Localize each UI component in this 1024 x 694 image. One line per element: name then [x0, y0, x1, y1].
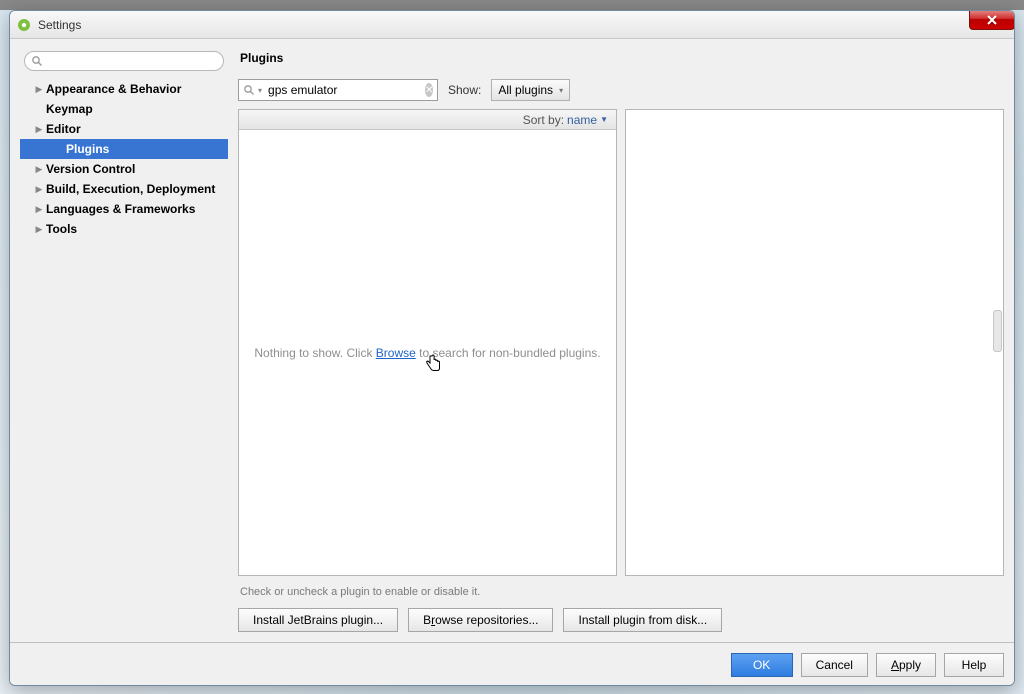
help-button[interactable]: Help [944, 653, 1004, 677]
cancel-button[interactable]: Cancel [801, 653, 868, 677]
sidebar-item-languages-frameworks[interactable]: ▶Languages & Frameworks [20, 199, 228, 219]
plugin-panels: Sort by: name ▼ Nothing to show. Click B… [238, 109, 1004, 576]
sidebar-item-appearance-behavior[interactable]: ▶Appearance & Behavior [20, 79, 228, 99]
page-title: Plugins [238, 49, 1004, 79]
search-icon [31, 55, 43, 67]
empty-message: Nothing to show. Click Browse to search … [239, 130, 616, 575]
sidebar-item-label: Build, Execution, Deployment [46, 182, 215, 196]
show-dropdown[interactable]: All plugins ▾ [491, 79, 570, 101]
sidebar-search-input[interactable] [43, 53, 217, 69]
chevron-down-icon[interactable]: ▾ [258, 86, 262, 95]
empty-text-pre: Nothing to show. Click [254, 346, 375, 360]
plugin-detail-panel [625, 109, 1004, 576]
hint-text: Check or uncheck a plugin to enable or d… [238, 576, 1004, 608]
main-panel: Plugins ▾ ✕ [238, 49, 1004, 632]
btn-text: B [423, 613, 431, 627]
sort-bar: Sort by: name ▼ [239, 110, 616, 130]
sidebar-item-build-execution-deployment[interactable]: ▶Build, Execution, Deployment [20, 179, 228, 199]
sidebar-item-label: Version Control [46, 162, 135, 176]
close-icon [986, 15, 998, 25]
sidebar-item-keymap[interactable]: ▶Keymap [20, 99, 228, 119]
sidebar-item-label: Keymap [46, 102, 93, 116]
sidebar-item-editor[interactable]: ▶Editor [20, 119, 228, 139]
sidebar: ▶Appearance & Behavior ▶Keymap ▶Editor ▶… [20, 49, 228, 632]
plugin-list-panel: Sort by: name ▼ Nothing to show. Click B… [238, 109, 617, 576]
chevron-down-icon: ▾ [559, 86, 563, 95]
settings-tree: ▶Appearance & Behavior ▶Keymap ▶Editor ▶… [20, 79, 228, 632]
search-icon [243, 84, 255, 96]
install-jetbrains-plugin-button[interactable]: Install JetBrains plugin... [238, 608, 398, 632]
window-title: Settings [38, 18, 81, 32]
settings-window: Settings ▶Appe [9, 10, 1015, 686]
sidebar-item-label: Editor [46, 122, 81, 136]
sidebar-search[interactable] [24, 51, 224, 71]
sidebar-item-version-control[interactable]: ▶Version Control [20, 159, 228, 179]
sidebar-item-label: Languages & Frameworks [46, 202, 195, 216]
top-area: ▶Appearance & Behavior ▶Keymap ▶Editor ▶… [20, 49, 1004, 632]
sort-by-label: Sort by: [523, 113, 564, 127]
sidebar-item-label: Appearance & Behavior [46, 82, 181, 96]
btn-text: A [891, 658, 899, 672]
plugins-toolbar: ▾ ✕ Show: All plugins ▾ [238, 79, 1004, 101]
app-icon [16, 17, 32, 33]
sidebar-item-label: Plugins [66, 142, 109, 156]
apply-button[interactable]: Apply [876, 653, 936, 677]
browse-link[interactable]: Browse [376, 346, 416, 360]
sidebar-item-plugins[interactable]: ▶Plugins [20, 139, 228, 159]
sort-by-value[interactable]: name [567, 113, 597, 127]
titlebar: Settings [10, 11, 1014, 39]
show-dropdown-value: All plugins [498, 83, 553, 97]
clear-search-button[interactable]: ✕ [425, 83, 433, 97]
plugin-search-input[interactable] [266, 82, 425, 98]
content-area: ▶Appearance & Behavior ▶Keymap ▶Editor ▶… [10, 39, 1014, 642]
show-label: Show: [448, 83, 481, 97]
browse-repositories-button[interactable]: Browse repositories... [408, 608, 553, 632]
plugin-search[interactable]: ▾ ✕ [238, 79, 438, 101]
install-plugin-from-disk-button[interactable]: Install plugin from disk... [563, 608, 722, 632]
desktop-background: Settings ▶Appe [0, 0, 1024, 694]
chevron-down-icon[interactable]: ▼ [600, 115, 608, 124]
empty-text-post: to search for non-bundled plugins. [416, 346, 601, 360]
dialog-footer: OK Cancel Apply Help [10, 642, 1014, 685]
background-taskbar [0, 0, 1024, 10]
ok-button[interactable]: OK [731, 653, 793, 677]
close-button[interactable] [969, 10, 1015, 30]
btn-text: owse repositories... [435, 613, 538, 627]
btn-text: pply [899, 658, 921, 672]
sidebar-item-tools[interactable]: ▶Tools [20, 219, 228, 239]
btn-text: Install plugin from disk... [578, 613, 707, 627]
plugin-action-row: Install JetBrains plugin... Browse repos… [238, 608, 1004, 632]
sidebar-item-label: Tools [46, 222, 77, 236]
